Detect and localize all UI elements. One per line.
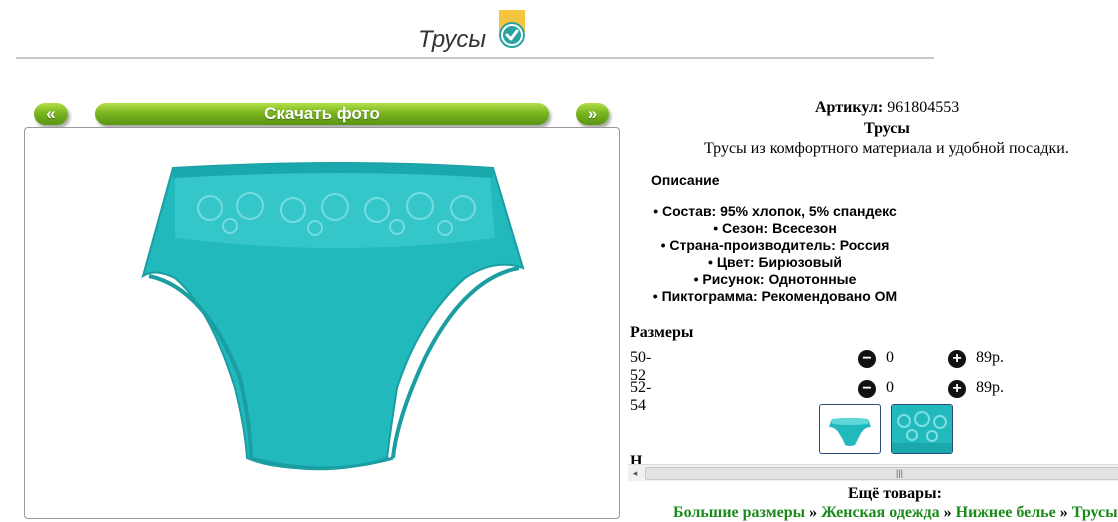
size-label: 52-54: [630, 379, 652, 414]
clipped-heading: Н: [630, 453, 643, 464]
prev-photo-button[interactable]: «: [34, 103, 68, 125]
product-short-description: Трусы из комфортного материала и удобной…: [704, 140, 1069, 157]
size-price: 89р.: [976, 379, 1004, 396]
breadcrumb-link[interactable]: Большие размеры: [673, 504, 805, 521]
breadcrumb: Большие размеры » Женская одежда » Нижне…: [673, 504, 1118, 522]
scrollbar-thumb[interactable]: |||: [645, 467, 1118, 480]
product-photo[interactable]: [24, 127, 620, 519]
horizontal-scrollbar[interactable]: ◂ |||: [628, 464, 1118, 481]
article-label: Артикул:: [815, 99, 884, 116]
breadcrumb-separator: »: [809, 504, 818, 521]
description-heading: Описание: [651, 172, 720, 188]
spec-item: Страна-производитель: Россия: [630, 237, 920, 254]
download-photo-button[interactable]: Скачать фото: [95, 103, 549, 125]
spec-item: Цвет: Бирюзовый: [630, 254, 920, 271]
breadcrumb-link[interactable]: Трусы: [1072, 504, 1118, 521]
size-quantity: 0: [886, 379, 894, 396]
breadcrumb-link[interactable]: Нижнее белье: [956, 504, 1056, 521]
plus-circle-icon[interactable]: +: [948, 380, 966, 398]
header-divider: [16, 57, 934, 59]
breadcrumb-link[interactable]: Женская одежда: [821, 504, 940, 521]
photo-thumbnail[interactable]: [891, 404, 953, 454]
spec-item: Рисунок: Однотонные: [630, 271, 920, 288]
scrollbar-grip: |||: [896, 468, 904, 478]
spec-item: Пиктограмма: Рекомендовано ОМ: [630, 288, 920, 305]
more-products-heading: Ещё товары:: [848, 485, 942, 502]
spec-item: Состав: 95% хлопок, 5% спандекс: [630, 203, 920, 220]
plus-circle-icon[interactable]: +: [948, 350, 966, 368]
check-badge-icon: [498, 10, 526, 48]
breadcrumb-separator: »: [943, 504, 952, 521]
breadcrumb-separator: »: [1059, 504, 1068, 521]
scroll-left-icon[interactable]: ◂: [628, 465, 642, 481]
minus-circle-icon[interactable]: −: [858, 380, 876, 398]
product-name: Трусы: [864, 120, 910, 137]
next-photo-button[interactable]: »: [576, 103, 609, 125]
page-title: Трусы: [418, 26, 487, 53]
photo-thumbnail[interactable]: [819, 404, 881, 454]
spec-list: Состав: 95% хлопок, 5% спандекс Сезон: В…: [630, 203, 920, 305]
product-image: [141, 162, 525, 471]
article-line: Артикул: 961804553: [815, 99, 959, 117]
size-quantity: 0: [886, 349, 894, 366]
minus-circle-icon[interactable]: −: [858, 350, 876, 368]
spec-item: Сезон: Всесезон: [630, 220, 920, 237]
size-price: 89р.: [976, 349, 1004, 366]
sizes-heading: Размеры: [630, 324, 694, 341]
article-value: 961804553: [887, 99, 960, 116]
